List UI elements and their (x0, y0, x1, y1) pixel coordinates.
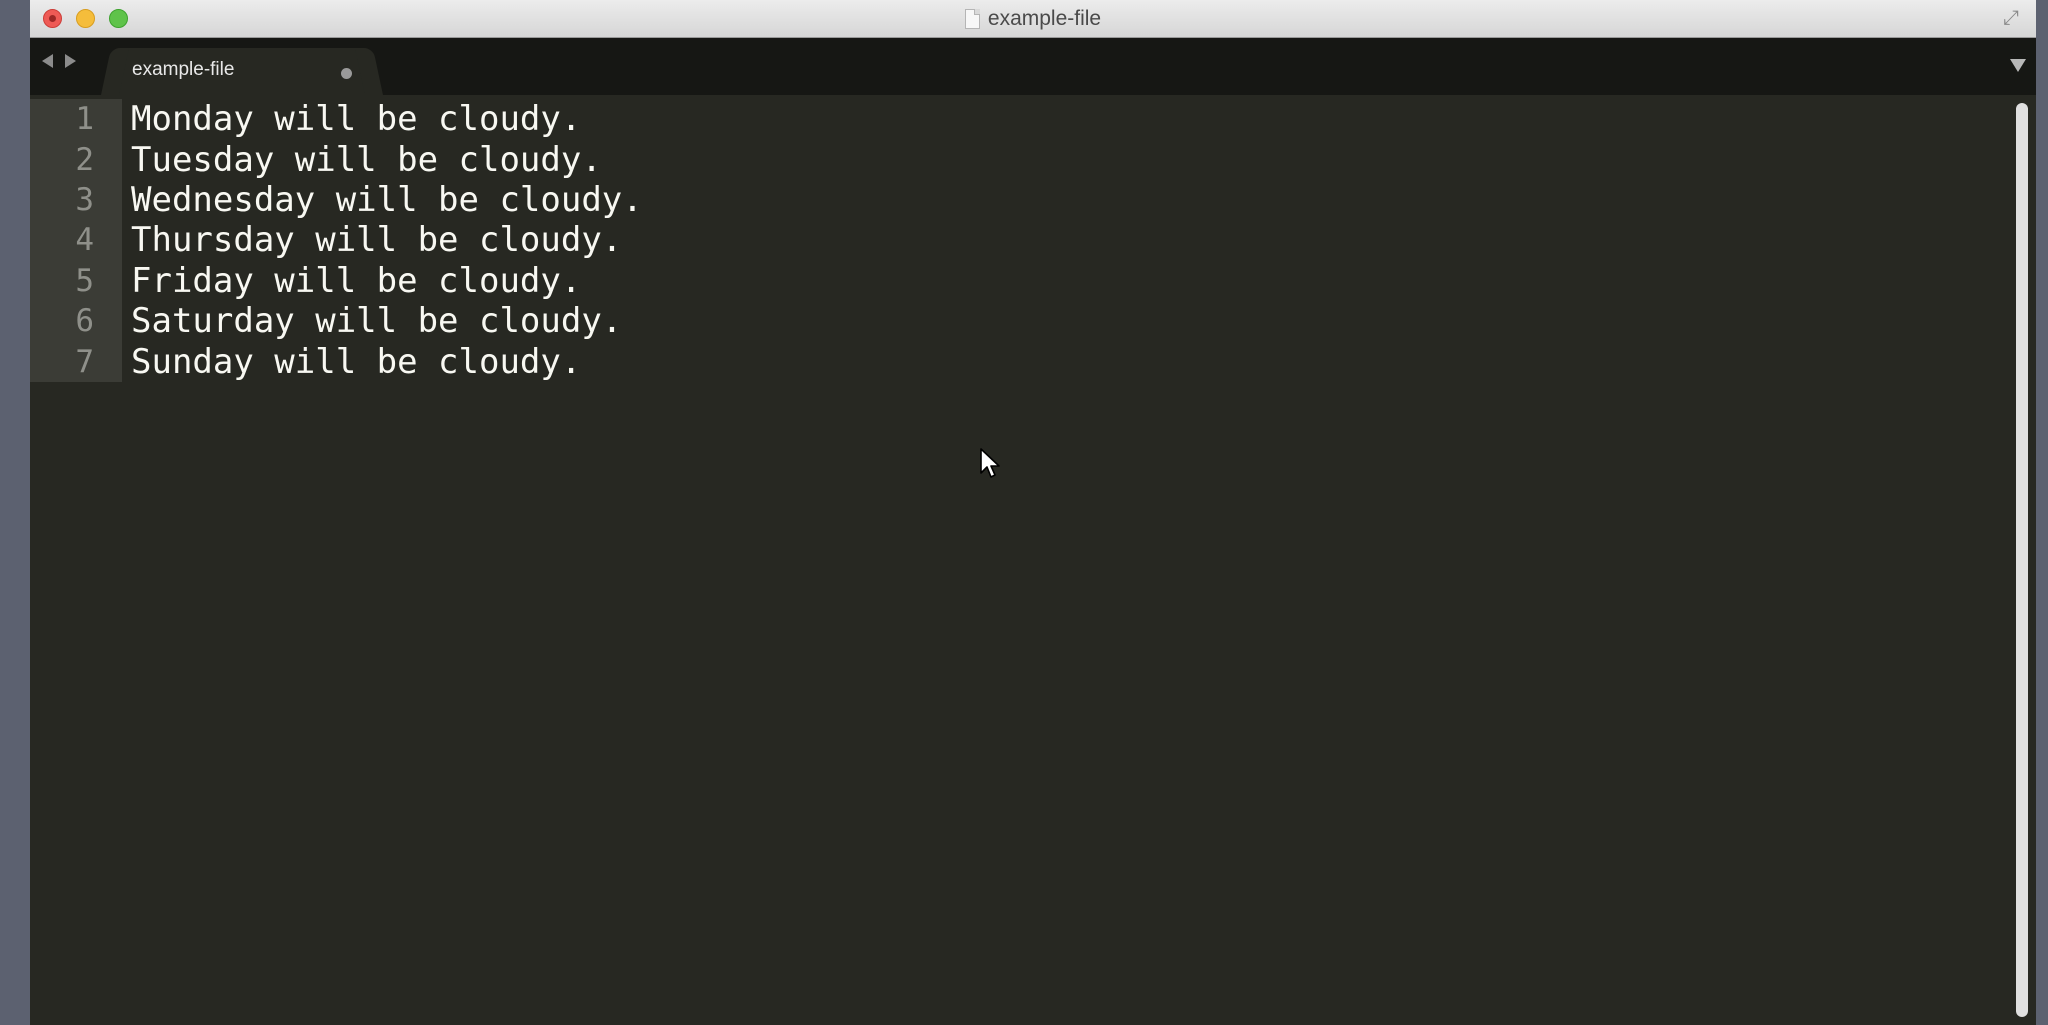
tab-list-dropdown-icon[interactable] (2010, 59, 2026, 72)
window-title-group: example-file (30, 0, 2036, 37)
tab-label: example-file (132, 59, 235, 80)
title-bar[interactable]: example-file ⤢ (30, 0, 2036, 38)
editor-lines: 1 Monday will be cloudy. 2 Tuesday will … (30, 99, 2008, 382)
editor-line[interactable]: 6 Saturday will be cloudy. (30, 300, 2008, 342)
tab-bar: example-file (30, 38, 2036, 95)
fullscreen-icon[interactable]: ⤢ (2000, 7, 2022, 29)
scrollbar-thumb[interactable] (2016, 103, 2028, 1017)
line-text[interactable]: Thursday will be cloudy. (122, 220, 622, 260)
line-text[interactable]: Sunday will be cloudy. (122, 342, 581, 382)
line-number: 7 (30, 341, 122, 382)
line-text[interactable]: Saturday will be cloudy. (122, 301, 622, 341)
editor-window: example-file ⤢ example-file 1 Monday wil… (30, 0, 2036, 1025)
document-icon (964, 8, 980, 29)
line-number: 3 (30, 179, 122, 221)
line-number: 6 (30, 300, 122, 342)
tab-example-file[interactable]: example-file (114, 48, 370, 95)
unsaved-indicator-icon[interactable] (341, 68, 352, 79)
editor-line[interactable]: 1 Monday will be cloudy. (30, 99, 2008, 140)
text-editor-area[interactable]: 1 Monday will be cloudy. 2 Tuesday will … (30, 95, 2008, 1025)
vertical-scrollbar[interactable] (2008, 95, 2036, 1025)
next-tab-icon[interactable] (65, 54, 76, 68)
line-text[interactable]: Tuesday will be cloudy. (122, 140, 602, 180)
editor-line[interactable]: 3 Wednesday will be cloudy. (30, 179, 2008, 221)
editor-line[interactable]: 4 Thursday will be cloudy. (30, 220, 2008, 261)
editor-line[interactable]: 7 Sunday will be cloudy. (30, 341, 2008, 382)
window-title: example-file (987, 6, 1102, 30)
mouse-pointer-icon (980, 448, 1000, 478)
tab-nav-arrows (42, 54, 76, 68)
editor-line[interactable]: 5 Friday will be cloudy. (30, 260, 2008, 301)
previous-tab-icon[interactable] (42, 54, 53, 68)
line-number: 2 (30, 139, 122, 180)
line-text[interactable]: Monday will be cloudy. (122, 99, 581, 139)
line-text[interactable]: Friday will be cloudy. (122, 261, 581, 301)
line-text[interactable]: Wednesday will be cloudy. (122, 180, 643, 220)
line-number: 5 (30, 260, 122, 301)
editor-line[interactable]: 2 Tuesday will be cloudy. (30, 139, 2008, 180)
line-number: 4 (30, 220, 122, 261)
line-number: 1 (30, 99, 122, 140)
